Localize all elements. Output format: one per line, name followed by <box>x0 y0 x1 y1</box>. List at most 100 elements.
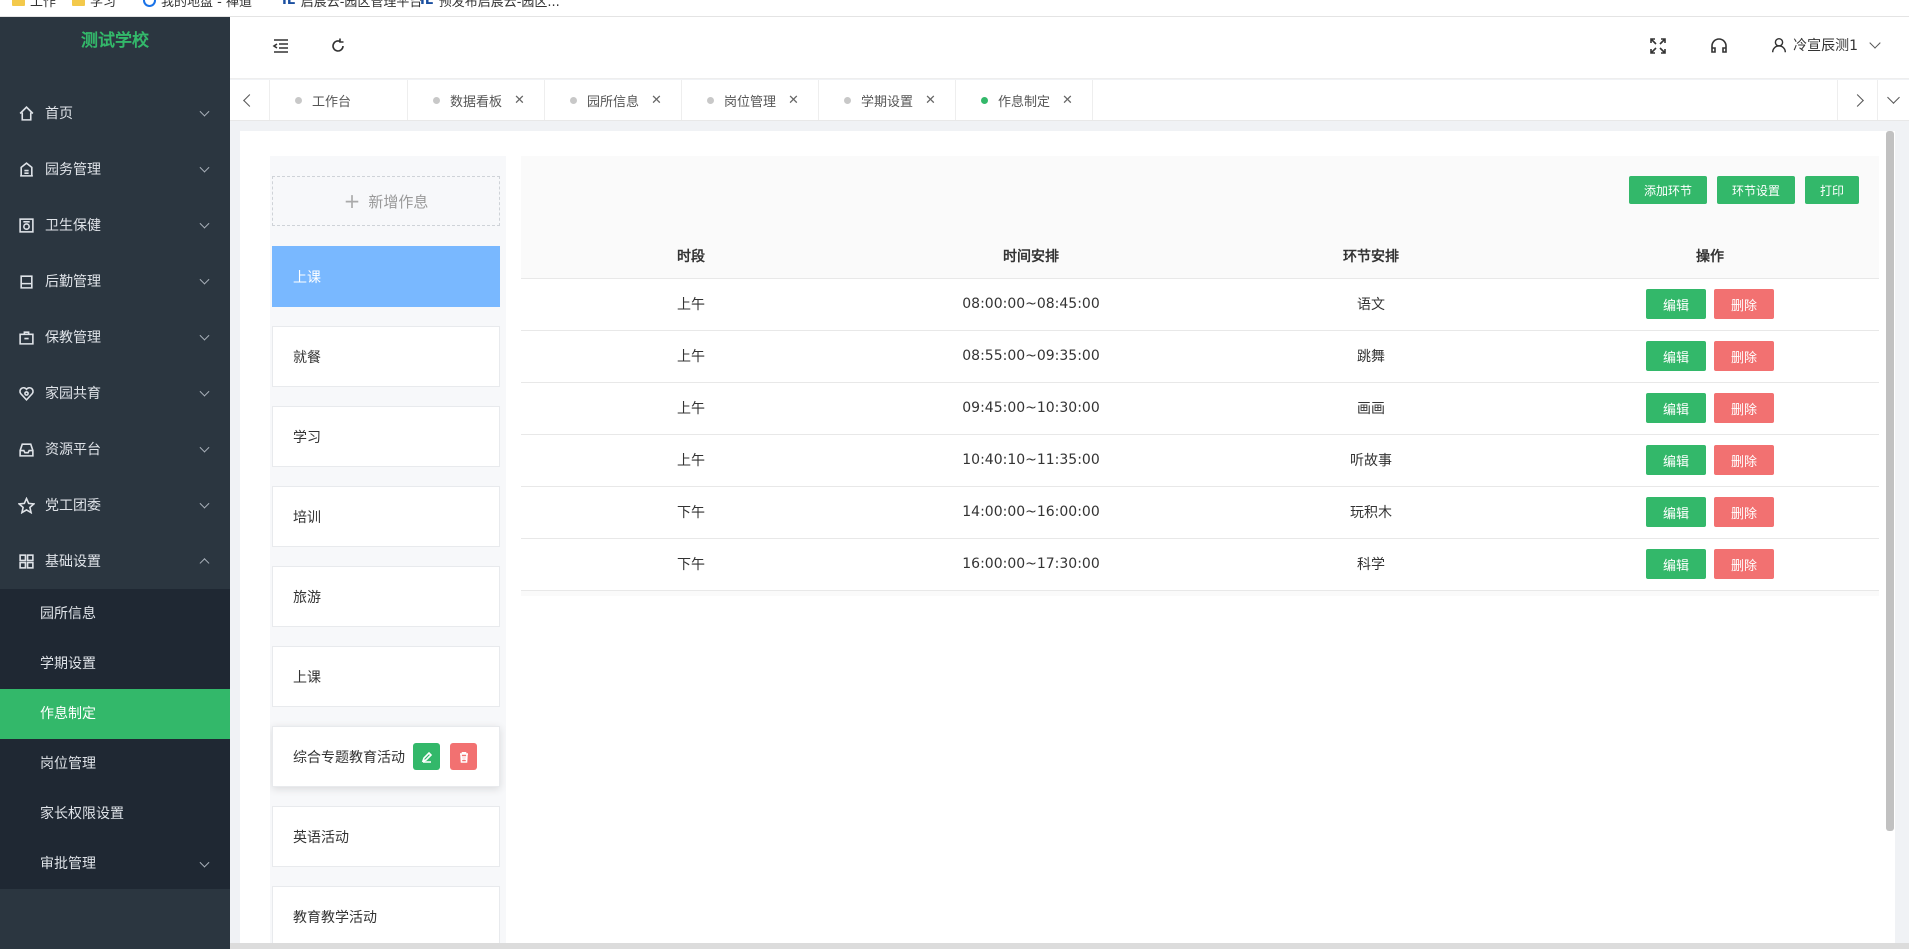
refresh-button[interactable] <box>327 35 349 57</box>
sidebar-item-family[interactable]: 家园共育 <box>0 365 230 421</box>
support-button[interactable] <box>1708 35 1730 57</box>
sidebar-item-affairs[interactable]: 园务管理 <box>0 141 230 197</box>
tab-status-dot <box>570 96 577 104</box>
edit-button[interactable]: 编辑 <box>1646 497 1706 527</box>
fullscreen-button[interactable] <box>1647 35 1669 57</box>
user-name: 冷宣辰测1 <box>1793 38 1858 54</box>
schedule-card[interactable]: 培训 <box>272 486 500 547</box>
sidebar-item-schedule[interactable]: 作息制定 <box>0 689 230 739</box>
column-header-time: 时间安排 <box>861 234 1201 279</box>
fullscreen-icon <box>1650 38 1666 54</box>
delete-button[interactable]: 删除 <box>1714 393 1774 423</box>
collapse-menu-button[interactable] <box>270 35 292 57</box>
delete-button[interactable]: 删除 <box>1714 549 1774 579</box>
tab-schedule[interactable]: 作息制定 ✕ <box>956 80 1093 120</box>
chevron-down-icon <box>199 218 210 229</box>
star-icon <box>18 496 35 514</box>
add-segment-button[interactable]: 添加环节 <box>1628 176 1707 204</box>
content-scrollbar[interactable] <box>1886 131 1894 831</box>
tabs-dropdown[interactable] <box>1877 80 1909 120</box>
cell-time: 10:40:10~11:35:00 <box>861 434 1201 487</box>
delete-button[interactable]: 删除 <box>1714 497 1774 527</box>
edit-card-button[interactable] <box>413 743 440 770</box>
user-menu[interactable]: 冷宣辰测1 <box>1770 35 1881 55</box>
cell-time: 08:00:00~08:45:00 <box>861 278 1201 331</box>
edit-button[interactable]: 编辑 <box>1646 445 1706 475</box>
sidebar-item-term-settings[interactable]: 学期设置 <box>0 639 230 689</box>
tab-school-info[interactable]: 园所信息 ✕ <box>545 80 682 120</box>
close-icon[interactable]: ✕ <box>651 93 662 108</box>
plus-icon: + <box>343 189 361 213</box>
sidebar-item-basic-settings[interactable]: 基础设置 <box>0 533 230 589</box>
sidebar-item-resources[interactable]: 资源平台 <box>0 421 230 477</box>
tab-workbench[interactable]: 工作台 <box>270 80 408 120</box>
close-icon[interactable]: ✕ <box>925 93 936 108</box>
schedule-card[interactable]: 就餐 <box>272 326 500 387</box>
sidebar-item-health[interactable]: 卫生保健 <box>0 197 230 253</box>
sidebar-item-positions[interactable]: 岗位管理 <box>0 739 230 789</box>
segment-settings-button[interactable]: 环节设置 <box>1716 176 1795 204</box>
sidebar-item-education[interactable]: 保教管理 <box>0 309 230 365</box>
schedule-card[interactable]: 教育教学活动 <box>272 886 500 943</box>
tab-status-dot <box>981 96 988 104</box>
schedule-card[interactable]: 上课 <box>272 646 500 707</box>
delete-button[interactable]: 删除 <box>1714 341 1774 371</box>
headset-icon <box>1711 38 1727 53</box>
ie-icon: IE <box>282 0 296 8</box>
folder-icon <box>12 0 25 6</box>
ie-icon: IE <box>420 0 434 8</box>
sidebar-item-approvals[interactable]: 审批管理 <box>0 839 230 889</box>
action-toolbar: 添加环节 环节设置 打印 <box>1628 176 1859 204</box>
bookmark-platform[interactable]: IE 启宸云-园区管理平台 <box>282 0 422 10</box>
sidebar-item-school-info[interactable]: 园所信息 <box>0 589 230 639</box>
cell-period: 上午 <box>521 382 861 435</box>
schedule-card[interactable]: 旅游 <box>272 566 500 627</box>
tab-term-settings[interactable]: 学期设置 ✕ <box>819 80 956 120</box>
edit-button[interactable]: 编辑 <box>1646 393 1706 423</box>
tab-positions[interactable]: 岗位管理 ✕ <box>682 80 819 120</box>
cell-activity: 听故事 <box>1201 434 1541 487</box>
schedule-card[interactable]: 上课 <box>272 246 500 307</box>
bookmark-study[interactable]: 学习 <box>72 0 116 10</box>
home-icon <box>18 105 35 122</box>
close-icon[interactable]: ✕ <box>514 93 525 108</box>
bookmark-prerelease[interactable]: IE 预发布启宸云-园区... <box>420 0 560 10</box>
tabs-scroll-right[interactable] <box>1837 80 1877 120</box>
cell-actions: 编辑 删除 <box>1541 278 1879 331</box>
sidebar-item-home[interactable]: 首页 <box>0 85 230 141</box>
table-row: 上午 08:55:00~09:35:00 跳舞 编辑 删除 <box>521 330 1879 383</box>
column-header-activity: 环节安排 <box>1201 234 1541 279</box>
schedule-card[interactable]: 学习 <box>272 406 500 467</box>
chevron-down-icon <box>199 857 210 868</box>
schedule-card-hovered[interactable]: 综合专题教育活动 <box>272 726 500 787</box>
delete-button[interactable]: 删除 <box>1714 289 1774 319</box>
add-schedule-button[interactable]: + 新增作息 <box>272 176 500 226</box>
bookmark-work[interactable]: 工作 <box>12 0 56 10</box>
bookmark-zentao[interactable]: 我的地盘 - 禅道 <box>143 0 252 10</box>
edit-button[interactable]: 编辑 <box>1646 341 1706 371</box>
tab-status-dot <box>707 96 714 104</box>
grid-icon <box>18 553 35 570</box>
pencil-icon <box>421 751 432 763</box>
globe-icon <box>143 0 156 7</box>
schedule-card[interactable]: 英语活动 <box>272 806 500 867</box>
tab-dashboard[interactable]: 数据看板 ✕ <box>408 80 545 120</box>
chevron-down-icon <box>199 162 210 173</box>
user-icon <box>1772 37 1787 53</box>
chevron-down-icon <box>199 330 210 341</box>
sidebar-item-logistics[interactable]: 后勤管理 <box>0 253 230 309</box>
chevron-down-icon <box>1887 91 1900 104</box>
sidebar-item-parent-permissions[interactable]: 家长权限设置 <box>0 789 230 839</box>
edit-button[interactable]: 编辑 <box>1646 289 1706 319</box>
cell-activity: 科学 <box>1201 538 1541 591</box>
edit-button[interactable]: 编辑 <box>1646 549 1706 579</box>
delete-button[interactable]: 删除 <box>1714 445 1774 475</box>
chevron-down-icon <box>199 386 210 397</box>
tabs-scroll-left[interactable] <box>230 80 270 120</box>
close-icon[interactable]: ✕ <box>1062 93 1073 108</box>
sidebar-item-party[interactable]: 党工团委 <box>0 477 230 533</box>
print-button[interactable]: 打印 <box>1804 176 1859 204</box>
close-icon[interactable]: ✕ <box>788 93 799 108</box>
chevron-down-icon <box>199 498 210 509</box>
delete-card-button[interactable] <box>450 743 477 770</box>
